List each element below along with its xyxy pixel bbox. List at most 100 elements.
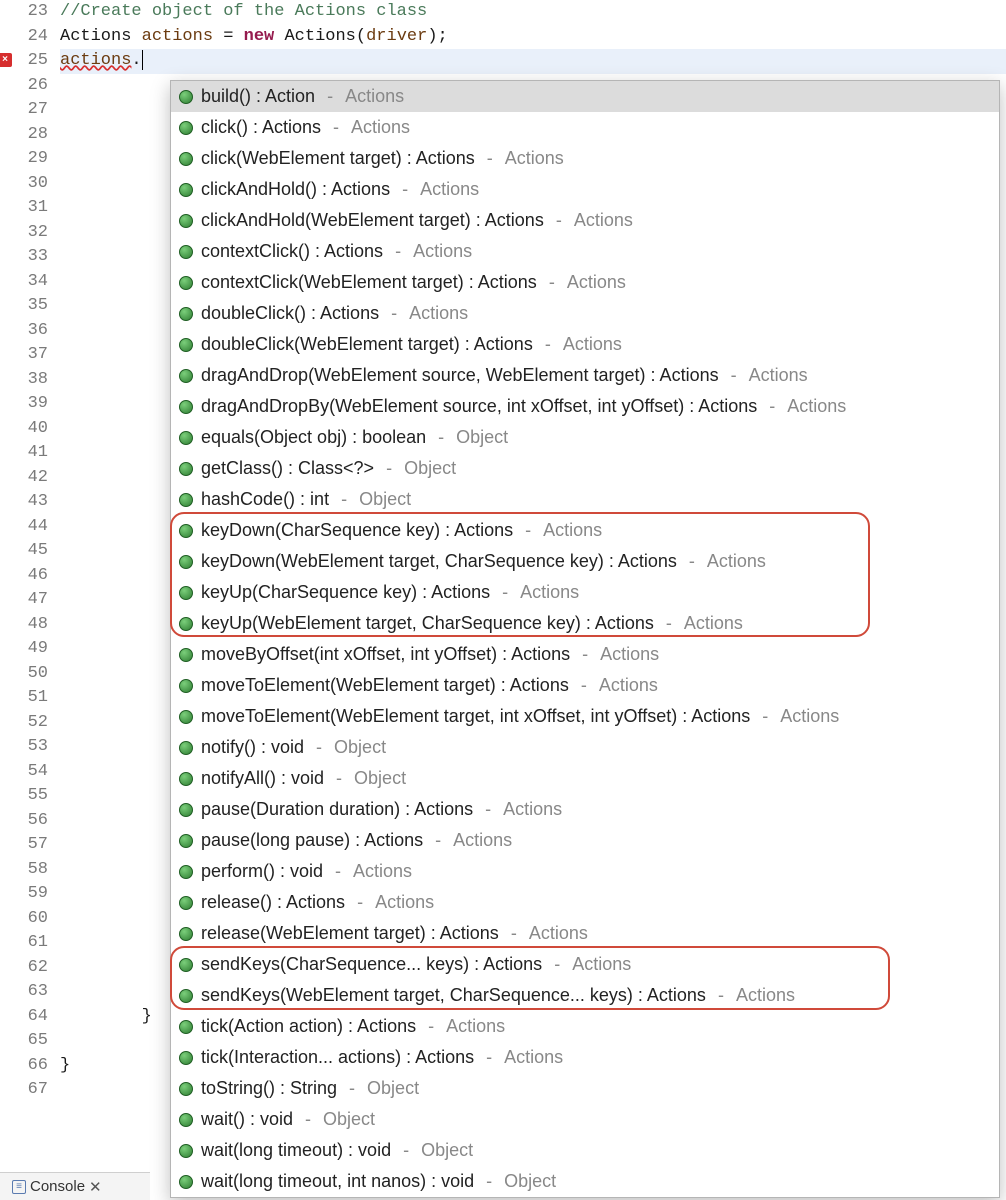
error-marker-icon[interactable]: ×: [0, 53, 12, 67]
method-icon: [179, 1175, 193, 1189]
separator: -: [435, 830, 441, 851]
autocomplete-item[interactable]: keyDown(CharSequence key) : Actions-Acti…: [171, 515, 999, 546]
declaring-class: Actions: [529, 923, 588, 944]
autocomplete-item[interactable]: keyUp(CharSequence key) : Actions-Action…: [171, 577, 999, 608]
autocomplete-item[interactable]: contextClick() : Actions-Actions: [171, 236, 999, 267]
console-tab[interactable]: ≡ Console ✕: [6, 1176, 108, 1198]
autocomplete-item[interactable]: moveToElement(WebElement target) : Actio…: [171, 670, 999, 701]
autocomplete-item[interactable]: clickAndHold(WebElement target) : Action…: [171, 205, 999, 236]
line-number: 52: [0, 711, 48, 736]
declaring-class: Actions: [505, 148, 564, 169]
line-number: 44: [0, 515, 48, 540]
autocomplete-item[interactable]: wait(long timeout, int nanos) : void-Obj…: [171, 1166, 999, 1197]
method-icon: [179, 1051, 193, 1065]
line-number: 48: [0, 613, 48, 638]
autocomplete-item[interactable]: doubleClick(WebElement target) : Actions…: [171, 329, 999, 360]
autocomplete-item[interactable]: pause(Duration duration) : Actions-Actio…: [171, 794, 999, 825]
autocomplete-item[interactable]: notify() : void-Object: [171, 732, 999, 763]
separator: -: [731, 365, 737, 386]
autocomplete-item[interactable]: dragAndDrop(WebElement source, WebElemen…: [171, 360, 999, 391]
autocomplete-item[interactable]: sendKeys(CharSequence... keys) : Actions…: [171, 949, 999, 980]
code-line-23: //Create object of the Actions class: [60, 0, 1006, 25]
method-icon: [179, 369, 193, 383]
autocomplete-item[interactable]: moveToElement(WebElement target, int xOf…: [171, 701, 999, 732]
separator: -: [391, 303, 397, 324]
close-icon[interactable]: ✕: [89, 1178, 102, 1196]
separator: -: [349, 1078, 355, 1099]
declaring-class: Actions: [600, 644, 659, 665]
method-signature: getClass() : Class<?>: [201, 458, 374, 479]
line-number: 53: [0, 735, 48, 760]
declaring-class: Actions: [446, 1016, 505, 1037]
code-line-24: Actions actions = new Actions(driver);: [60, 25, 1006, 50]
method-signature: pause(long pause) : Actions: [201, 830, 423, 851]
method-icon: [179, 710, 193, 724]
autocomplete-item[interactable]: notifyAll() : void-Object: [171, 763, 999, 794]
line-number: 50: [0, 662, 48, 687]
autocomplete-item[interactable]: build() : Action-Actions: [171, 81, 999, 112]
method-signature: pause(Duration duration) : Actions: [201, 799, 473, 820]
method-icon: [179, 400, 193, 414]
autocomplete-item[interactable]: equals(Object obj) : boolean-Object: [171, 422, 999, 453]
declaring-class: Object: [504, 1171, 556, 1192]
method-signature: dragAndDropBy(WebElement source, int xOf…: [201, 396, 757, 417]
autocomplete-popup[interactable]: build() : Action-Actionsclick() : Action…: [170, 80, 1000, 1198]
autocomplete-item[interactable]: sendKeys(WebElement target, CharSequence…: [171, 980, 999, 1011]
method-icon: [179, 989, 193, 1003]
separator: -: [556, 210, 562, 231]
line-number: 30: [0, 172, 48, 197]
method-icon: [179, 121, 193, 135]
punct-token: .: [131, 51, 141, 70]
autocomplete-item[interactable]: tick(Action action) : Actions-Actions: [171, 1011, 999, 1042]
declaring-class: Actions: [409, 303, 468, 324]
autocomplete-item[interactable]: pause(long pause) : Actions-Actions: [171, 825, 999, 856]
separator: -: [582, 644, 588, 665]
autocomplete-item[interactable]: tick(Interaction... actions) : Actions-A…: [171, 1042, 999, 1073]
line-number: 49: [0, 637, 48, 662]
autocomplete-item[interactable]: dragAndDropBy(WebElement source, int xOf…: [171, 391, 999, 422]
separator: -: [545, 334, 551, 355]
autocomplete-item[interactable]: wait() : void-Object: [171, 1104, 999, 1135]
method-icon: [179, 338, 193, 352]
method-icon: [179, 214, 193, 228]
autocomplete-item[interactable]: clickAndHold() : Actions-Actions: [171, 174, 999, 205]
method-signature: click() : Actions: [201, 117, 321, 138]
declaring-class: Object: [421, 1140, 473, 1161]
code-line-25: actions.: [60, 49, 1006, 74]
separator: -: [403, 1140, 409, 1161]
method-signature: moveToElement(WebElement target) : Actio…: [201, 675, 569, 696]
method-signature: tick(Action action) : Actions: [201, 1016, 416, 1037]
method-signature: sendKeys(WebElement target, CharSequence…: [201, 985, 706, 1006]
method-signature: notify() : void: [201, 737, 304, 758]
autocomplete-item[interactable]: click() : Actions-Actions: [171, 112, 999, 143]
autocomplete-item[interactable]: keyUp(WebElement target, CharSequence ke…: [171, 608, 999, 639]
line-number: 64: [0, 1005, 48, 1030]
method-icon: [179, 927, 193, 941]
autocomplete-item[interactable]: perform() : void-Actions: [171, 856, 999, 887]
autocomplete-item[interactable]: click(WebElement target) : Actions-Actio…: [171, 143, 999, 174]
line-number: 66: [0, 1054, 48, 1079]
autocomplete-item[interactable]: release() : Actions-Actions: [171, 887, 999, 918]
autocomplete-item[interactable]: keyDown(WebElement target, CharSequence …: [171, 546, 999, 577]
autocomplete-item[interactable]: doubleClick() : Actions-Actions: [171, 298, 999, 329]
separator: -: [554, 954, 560, 975]
method-signature: doubleClick() : Actions: [201, 303, 379, 324]
autocomplete-item[interactable]: hashCode() : int-Object: [171, 484, 999, 515]
line-number-gutter: 232425×262728293031323334353637383940414…: [0, 0, 54, 1200]
method-icon: [179, 586, 193, 600]
line-number: 55: [0, 784, 48, 809]
autocomplete-item[interactable]: wait(long timeout) : void-Object: [171, 1135, 999, 1166]
line-number: 31: [0, 196, 48, 221]
autocomplete-item[interactable]: release(WebElement target) : Actions-Act…: [171, 918, 999, 949]
separator: -: [666, 613, 672, 634]
autocomplete-item[interactable]: toString() : String-Object: [171, 1073, 999, 1104]
method-signature: build() : Action: [201, 86, 315, 107]
autocomplete-item[interactable]: moveByOffset(int xOffset, int yOffset) :…: [171, 639, 999, 670]
autocomplete-item[interactable]: contextClick(WebElement target) : Action…: [171, 267, 999, 298]
line-number: 47: [0, 588, 48, 613]
separator: -: [502, 582, 508, 603]
declaring-class: Actions: [353, 861, 412, 882]
autocomplete-item[interactable]: getClass() : Class<?>-Object: [171, 453, 999, 484]
separator: -: [336, 768, 342, 789]
separator: -: [511, 923, 517, 944]
